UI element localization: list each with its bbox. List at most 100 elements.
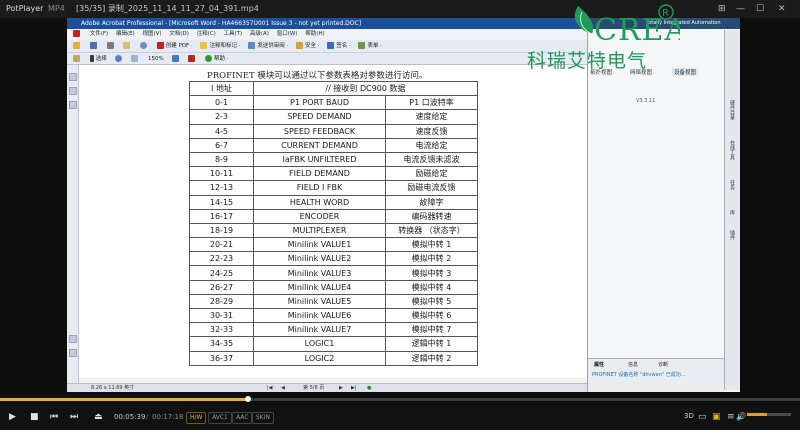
capture-icon[interactable]: ▣ — [712, 412, 721, 422]
maximize-icon[interactable]: ☐ — [756, 0, 764, 18]
task-card-tasks[interactable]: 任务 — [729, 180, 736, 190]
close-icon[interactable]: ✕ — [778, 0, 786, 18]
acrobat-logo-icon — [73, 29, 82, 40]
cell-parameter-cn: 速度给定 — [385, 109, 478, 125]
seek-bar-handle[interactable] — [245, 396, 251, 402]
pages-panel-icon[interactable] — [69, 73, 77, 81]
next-icon[interactable]: ⏭ — [70, 412, 78, 422]
audio-codec-badge[interactable]: AAC — [232, 412, 253, 424]
cell-parameter-en: Minilink VALUE4 — [253, 279, 386, 295]
settings-icon[interactable]: ≡ — [727, 412, 735, 422]
task-card-catalog[interactable]: 硬件目录 — [729, 100, 736, 120]
tia-version-label: V3.3.11 — [636, 98, 656, 104]
open-icon[interactable] — [73, 40, 82, 53]
cell-parameter-en: Minilink VALUE3 — [253, 265, 386, 281]
help-button[interactable]: 帮助 · — [205, 53, 229, 65]
hand-tool-icon[interactable] — [73, 53, 82, 65]
cell-parameter-cn: 逻辑中转 2 — [385, 350, 478, 366]
pin-icon[interactable]: ⊞ — [718, 0, 726, 18]
player-title-bar[interactable]: PotPlayer MP4 [35/35] 录制_2025_11_14_11_2… — [0, 0, 800, 18]
select-tool-button[interactable]: 选择 — [89, 53, 107, 65]
minimize-icon[interactable]: — — [736, 0, 745, 18]
acrobat-toolbar-view: 选择 150% 帮助 · — [67, 53, 587, 65]
signatures-panel-icon[interactable] — [69, 101, 77, 109]
cell-parameter-en: Minilink VALUE7 — [253, 322, 386, 338]
table-row: 30-31 Minilink VALUE6 模拟中转 6 — [189, 307, 478, 324]
previous-icon[interactable]: ⏮ — [50, 412, 58, 422]
cell-parameter-cn: 模拟中转 4 — [385, 279, 478, 295]
prev-page-icon[interactable]: ◀ — [281, 384, 285, 392]
task-card-online-tools[interactable]: 在线工具 — [729, 140, 736, 160]
play-icon[interactable]: ▶ — [9, 412, 16, 422]
cell-address: 18-19 — [189, 222, 254, 239]
player-app-name[interactable]: PotPlayer — [6, 0, 43, 18]
search-icon[interactable] — [140, 40, 149, 53]
cell-address: 16-17 — [189, 208, 254, 224]
save-icon[interactable] — [89, 40, 99, 53]
typewriter-icon[interactable] — [188, 53, 197, 65]
acrobat-menu-bar: 文件(F) 编辑(E) 视图(V) 文档(D) 注释(C) 工具(T) 高级(A… — [67, 29, 587, 40]
refresh-icon[interactable]: ● — [367, 384, 371, 392]
tia-inspector-window: 属性 信息 诊断 PROFINET 设备名称 "dhvwan" 已成功... — [588, 358, 724, 392]
comment-markup-button[interactable]: 注释和标记 · — [200, 40, 240, 53]
security-button[interactable]: 安全 · — [295, 40, 319, 53]
cell-address: 24-25 — [189, 265, 254, 281]
first-page-icon[interactable]: |◀ — [267, 384, 273, 392]
task-card-libraries[interactable]: 库 — [729, 210, 736, 215]
tab-info[interactable]: 信息 — [628, 361, 638, 368]
cell-address: 4-5 — [189, 123, 254, 139]
table-row: 26-27 Minilink VALUE4 模拟中转 4 — [189, 279, 478, 295]
cell-address: 2-3 — [189, 109, 254, 125]
attachments-panel-icon[interactable] — [69, 335, 77, 343]
zoom-icon[interactable] — [114, 53, 124, 65]
menu-item-advanced[interactable]: 高级(A) — [250, 29, 269, 40]
eject-icon[interactable]: ⏏ — [94, 412, 103, 422]
last-page-icon[interactable]: ▶| — [351, 384, 357, 392]
cell-address: 36-37 — [189, 350, 254, 366]
tab-diagnostics[interactable]: 诊断 — [658, 361, 668, 368]
table-row: 20-21 Minilink VALUE1 模拟中转 1 — [189, 237, 478, 253]
task-card-addins[interactable]: 插件 — [729, 230, 736, 240]
page-fit-icon[interactable] — [131, 53, 140, 65]
page-indicator[interactable]: 第 5/8 页 — [303, 384, 324, 392]
speaker-icon[interactable]: 🔊 — [736, 412, 746, 421]
menu-item-tools[interactable]: 工具(T) — [223, 29, 242, 40]
next-page-icon[interactable]: ▶ — [339, 384, 343, 392]
cell-address: 8-9 — [189, 151, 254, 168]
create-pdf-button[interactable]: 创建 PDF · — [156, 40, 193, 53]
current-time: 00:05:39 — [114, 413, 146, 421]
brand-chinese-name: 科瑞艾特电气 — [527, 50, 648, 72]
rotate-icon[interactable] — [171, 53, 181, 65]
stop-icon[interactable]: ■ — [30, 412, 39, 422]
video-codec-badge[interactable]: AVC1 — [208, 412, 232, 424]
menu-item-help[interactable]: 帮助(H) — [305, 29, 324, 40]
zoom-level[interactable]: 150% — [148, 53, 164, 65]
comments-panel-icon[interactable] — [69, 349, 77, 357]
sign-button[interactable]: 签名 · — [327, 40, 351, 53]
menu-item-window[interactable]: 窗口(W) — [277, 29, 298, 40]
cell-parameter-en: Minilink VALUE1 — [253, 237, 386, 253]
menu-item-view[interactable]: 视图(V) — [143, 29, 162, 40]
table-row: 32-33 Minilink VALUE7 模拟中转 7 — [189, 322, 478, 338]
bookmarks-panel-icon[interactable] — [69, 87, 77, 95]
document-viewport[interactable]: PROFINET 模块可以通过以下参数表格对参数进行访问。 I 地址 // 接收… — [79, 65, 587, 378]
menu-item-file[interactable]: 文件(F) — [90, 29, 108, 40]
print-icon[interactable] — [106, 40, 116, 53]
subtitle-icon[interactable]: ▭ — [698, 412, 707, 422]
menu-item-comments[interactable]: 注释(C) — [197, 29, 216, 40]
menu-item-document[interactable]: 文档(D) — [169, 29, 189, 40]
send-review-button[interactable]: 发送供审阅 · — [248, 40, 288, 53]
hw-decode-badge[interactable]: H/W — [186, 412, 207, 424]
3d-mode-button[interactable]: 3D — [684, 412, 694, 420]
table-row: 24-25 Minilink VALUE3 模拟中转 3 — [189, 265, 478, 281]
skin-badge[interactable]: SKIN — [252, 412, 275, 424]
menu-item-edit[interactable]: 编辑(E) — [116, 29, 135, 40]
cell-parameter-cn: 模拟中转 1 — [385, 237, 478, 253]
cell-parameter-cn: 速度反馈 — [385, 123, 478, 139]
table-row: 14-15 HEALTH WORD 故障字 — [189, 194, 478, 210]
email-icon[interactable] — [123, 40, 132, 53]
cell-parameter-cn: 励磁给定 — [385, 166, 478, 182]
table-row: 12-13 FIELD I FBK 励磁电流反馈 — [189, 180, 478, 196]
tab-properties[interactable]: 属性 — [594, 361, 604, 368]
forms-button[interactable]: 表单 · — [358, 40, 382, 53]
